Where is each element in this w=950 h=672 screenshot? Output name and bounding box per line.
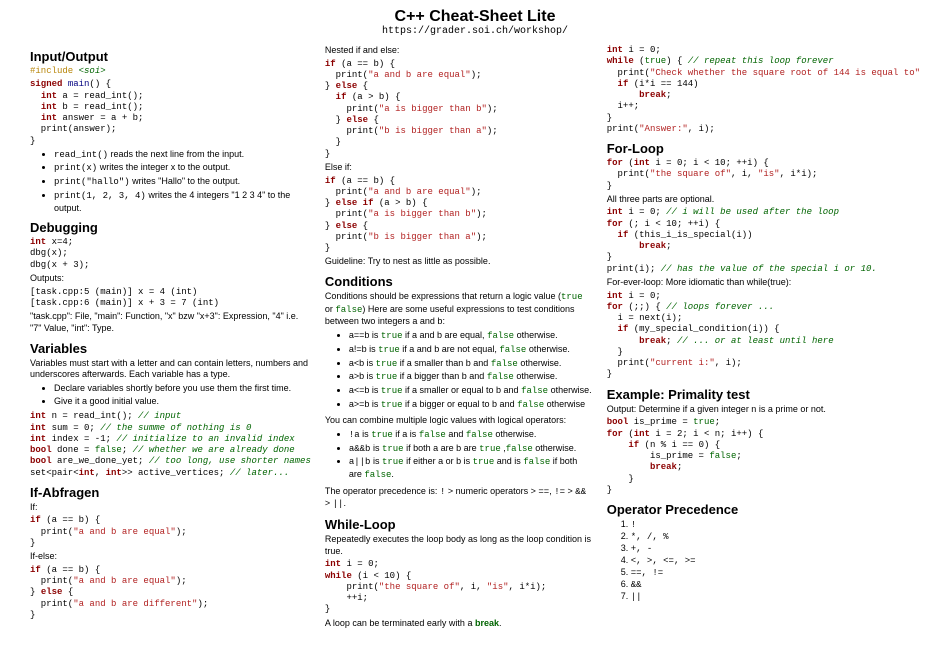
prim-heading: Example: Primality test bbox=[607, 387, 920, 402]
io-bullet: print(x) writes the integer x to the out… bbox=[54, 162, 311, 175]
io-bullet: print(1, 2, 3, 4) writes the 4 integers … bbox=[54, 190, 311, 214]
cond-item: !a is true if a is false and false other… bbox=[349, 429, 593, 442]
while-code: int i = 0; while (i < 10) { print("the s… bbox=[325, 559, 593, 615]
page-title: C++ Cheat-Sheet Lite bbox=[30, 8, 920, 26]
op-item: ==, != bbox=[631, 567, 920, 578]
op-item: && bbox=[631, 579, 920, 590]
cond-item: a||b is true if either a or b is true an… bbox=[349, 456, 593, 481]
for-opt-code: int i = 0; // i will be used after the l… bbox=[607, 207, 920, 275]
op-item: *, /, % bbox=[631, 531, 920, 542]
io-bullet: print("hallo") writes "Hallo" to the out… bbox=[54, 176, 311, 189]
page-url: https://grader.soi.ch/workshop/ bbox=[30, 26, 920, 37]
ifelse-label: If-else: bbox=[30, 551, 311, 563]
debug-output: [task.cpp:5 (main)] x = 4 (int) [task.cp… bbox=[30, 287, 311, 310]
cond-item: a!=b is true if a and b are not equal, f… bbox=[349, 344, 593, 357]
prim-code: bool is_prime = true; for (int i = 2; i … bbox=[607, 417, 920, 496]
debug-outputs-label: Outputs: bbox=[30, 273, 311, 285]
op-item: +, - bbox=[631, 543, 920, 554]
debug-code: int x=4; dbg(x); dbg(x + 3); bbox=[30, 237, 311, 271]
column-3: int i = 0; while (true) { // repeat this… bbox=[607, 43, 920, 631]
op-item: ! bbox=[631, 519, 920, 530]
cond-intro: Conditions should be expressions that re… bbox=[325, 291, 593, 328]
column-1: Input/Output #include <soi> signed main(… bbox=[30, 43, 311, 631]
cond-logic-list: !a is true if a is false and false other… bbox=[325, 429, 593, 482]
var-heading: Variables bbox=[30, 341, 311, 356]
var-bullets: Declare variables shortly before you use… bbox=[30, 383, 311, 407]
ifelse-code: if (a == b) { print("a and b are equal")… bbox=[30, 565, 311, 621]
cond-item: a&&b is true if both a are b are true ,f… bbox=[349, 443, 593, 456]
while-heading: While-Loop bbox=[325, 517, 593, 532]
var-code: int n = read_int(); // input int sum = 0… bbox=[30, 411, 311, 479]
guideline: Guideline: Try to nest as little as poss… bbox=[325, 256, 593, 268]
nested-label: Nested if and else: bbox=[325, 45, 593, 57]
cond-item: a<b is true if a smaller than b and fals… bbox=[349, 358, 593, 371]
cond-item: a>b is true if a bigger than b and false… bbox=[349, 371, 593, 384]
io-include: #include <soi> bbox=[30, 66, 311, 77]
while-true-code: int i = 0; while (true) { // repeat this… bbox=[607, 45, 920, 135]
var-bullet: Declare variables shortly before you use… bbox=[54, 383, 311, 395]
op-list: ! *, /, % +, - <, >, <=, >= ==, != && || bbox=[607, 519, 920, 602]
if-label: If: bbox=[30, 502, 311, 514]
io-bullet: read_int() reads the next line from the … bbox=[54, 149, 311, 162]
for-heading: For-Loop bbox=[607, 141, 920, 156]
for-code: for (int i = 0; i < 10; ++i) { print("th… bbox=[607, 158, 920, 192]
while-end: A loop can be terminated early with a br… bbox=[325, 618, 593, 630]
cond-item: a<=b is true if a smaller or equal to b … bbox=[349, 385, 593, 398]
page-header: C++ Cheat-Sheet Lite https://grader.soi.… bbox=[30, 8, 920, 37]
cond-combine: You can combine multiple logic values wi… bbox=[325, 415, 593, 427]
if-heading: If-Abfragen bbox=[30, 485, 311, 500]
op-item: || bbox=[631, 591, 920, 602]
nested-code: if (a == b) { print("a and b are equal")… bbox=[325, 59, 593, 160]
if-code: if (a == b) { print("a and b are equal")… bbox=[30, 515, 311, 549]
op-item: <, >, <=, >= bbox=[631, 555, 920, 566]
cond-item: a>=b is true if a bigger or equal to b a… bbox=[349, 399, 593, 412]
var-intro: Variables must start with a letter and c… bbox=[30, 358, 311, 381]
for-ever-label: For-ever-loop: More idiomatic than while… bbox=[607, 277, 920, 289]
column-2: Nested if and else: if (a == b) { print(… bbox=[325, 43, 593, 631]
op-heading: Operator Precedence bbox=[607, 502, 920, 517]
io-heading: Input/Output bbox=[30, 49, 311, 64]
cond-precedence: The operator precedence is: ! > numeric … bbox=[325, 486, 593, 511]
cond-item: a==b is true if a and b are equal, false… bbox=[349, 330, 593, 343]
elseif-label: Else if: bbox=[325, 162, 593, 174]
for-optional: All three parts are optional. bbox=[607, 194, 920, 206]
debug-explanation: "task.cpp": File, "main": Function, "x" … bbox=[30, 311, 311, 334]
prim-intro: Output: Determine if a given integer n i… bbox=[607, 404, 920, 416]
content-columns: Input/Output #include <soi> signed main(… bbox=[30, 43, 920, 631]
var-bullet: Give it a good initial value. bbox=[54, 396, 311, 408]
io-bullets: read_int() reads the next line from the … bbox=[30, 149, 311, 214]
debug-heading: Debugging bbox=[30, 220, 311, 235]
cond-list: a==b is true if a and b are equal, false… bbox=[325, 330, 593, 411]
for-ever-code: int i = 0; for (;;) { // loops forever .… bbox=[607, 291, 920, 381]
io-code: signed main() { int a = read_int(); int … bbox=[30, 79, 311, 147]
elseif-code: if (a == b) { print("a and b are equal")… bbox=[325, 176, 593, 255]
cond-heading: Conditions bbox=[325, 274, 593, 289]
while-intro: Repeatedly executes the loop body as lon… bbox=[325, 534, 593, 557]
